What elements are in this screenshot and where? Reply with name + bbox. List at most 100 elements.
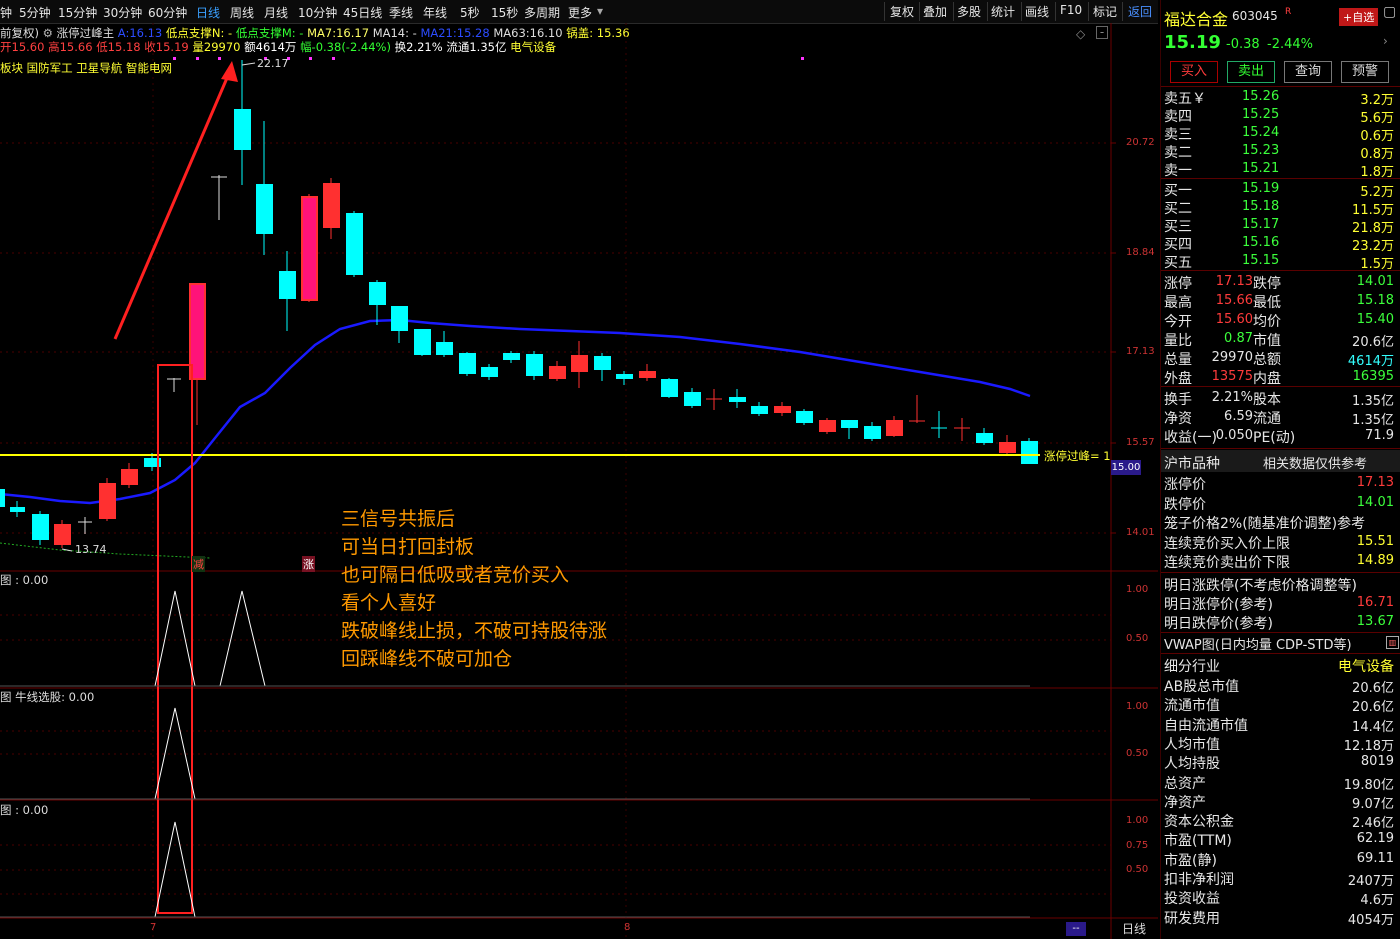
- divider: [1055, 2, 1056, 21]
- order-volume: 5.2万: [1360, 185, 1394, 200]
- order-price[interactable]: 15.16: [1242, 235, 1279, 250]
- stat-label: 最低: [1253, 295, 1281, 311]
- order-price[interactable]: 15.15: [1242, 253, 1279, 268]
- stat-value: 0.87: [1224, 331, 1253, 346]
- order-label: 卖二: [1164, 145, 1192, 161]
- signal-highlight-box: [157, 364, 193, 914]
- order-price[interactable]: 15.26: [1242, 89, 1279, 104]
- more-menu[interactable]: 更多: [568, 4, 592, 21]
- sell-button[interactable]: 卖出: [1227, 61, 1275, 83]
- limit-row-label: 涨停价: [1164, 477, 1206, 493]
- marker-rise[interactable]: 涨: [302, 556, 315, 572]
- ytick-label: 0.75: [1126, 840, 1149, 851]
- period-label[interactable]: 日线: [1122, 920, 1146, 937]
- period-tab-15sec[interactable]: 15秒: [491, 4, 518, 21]
- add-favorite-button[interactable]: +自选: [1339, 8, 1379, 26]
- order-label: 卖三: [1164, 127, 1192, 143]
- query-button[interactable]: 查询: [1284, 61, 1332, 83]
- stat-label: 最高: [1164, 295, 1192, 311]
- chevron-right-icon[interactable]: ›: [1383, 34, 1388, 48]
- order-price[interactable]: 15.25: [1242, 107, 1279, 122]
- order-price[interactable]: 15.23: [1242, 143, 1279, 158]
- fundamental-value: 4.6万: [1360, 893, 1394, 909]
- overlay-button[interactable]: 叠加: [923, 3, 947, 20]
- fundamental-label: 自由流通市值: [1164, 717, 1248, 734]
- subchart-title[interactable]: 图 牛线选股: 0.00: [0, 689, 94, 705]
- mark-button[interactable]: 标记: [1093, 3, 1117, 20]
- kline-chart[interactable]: [0, 23, 1158, 939]
- subchart-title[interactable]: 图 : 0.00: [0, 802, 48, 818]
- badge: R: [1285, 7, 1292, 17]
- order-volume: 5.6万: [1360, 111, 1394, 126]
- stock-name: 福达合金: [1164, 10, 1229, 29]
- stat-label: 内盘: [1253, 371, 1281, 387]
- period-tab-10min[interactable]: 10分钟: [298, 4, 337, 21]
- limit-row-value: 14.89: [1356, 553, 1394, 568]
- multi-stock-button[interactable]: 多股: [957, 3, 981, 20]
- section-title[interactable]: 沪市品种: [1164, 453, 1220, 473]
- stat-label: 跌停: [1253, 276, 1281, 292]
- chevron-down-icon[interactable]: ▾: [597, 4, 603, 18]
- peak-line-label: 涨停过峰= 1: [1044, 449, 1111, 463]
- stat-value: 16395: [1352, 369, 1394, 384]
- candles: [0, 60, 1038, 548]
- stat-value: 29970: [1211, 350, 1253, 365]
- current-price: 15.19: [1164, 32, 1221, 53]
- stat-label: 总量: [1164, 352, 1192, 368]
- section-note: 相关数据仅供参考: [1263, 457, 1368, 472]
- divider: [953, 2, 954, 21]
- stat-value: 1.35亿: [1352, 413, 1394, 428]
- period-tab-monthly[interactable]: 月线: [264, 4, 288, 21]
- fundamental-value: 62.19: [1356, 831, 1394, 847]
- stat-label: 收益(一): [1164, 430, 1217, 446]
- f10-button[interactable]: F10: [1060, 3, 1082, 17]
- stat-value: 1.35亿: [1352, 394, 1394, 409]
- stat-value: 71.9: [1365, 428, 1394, 443]
- period-tab-multi[interactable]: 多周期: [524, 4, 560, 21]
- divider: [884, 2, 885, 21]
- fundamental-value: 4054万: [1347, 912, 1394, 928]
- order-price[interactable]: 15.18: [1242, 199, 1279, 214]
- next-limit-value: 13.67: [1356, 614, 1394, 629]
- alert-button[interactable]: 预警: [1341, 61, 1389, 83]
- ytick-label: 18.84: [1126, 247, 1155, 258]
- stat-value: 15.60: [1215, 312, 1253, 327]
- ytick-label: 1.00: [1126, 701, 1149, 712]
- order-label: 卖五￥: [1164, 91, 1206, 107]
- order-price[interactable]: 15.21: [1242, 161, 1279, 176]
- stat-value: 15.66: [1215, 293, 1253, 308]
- buy-button[interactable]: 买入: [1170, 61, 1218, 83]
- period-tab-5min[interactable]: 5分钟: [19, 4, 51, 21]
- marker-reduce[interactable]: 减: [192, 556, 205, 572]
- period-tab-1min[interactable]: 钟: [0, 4, 12, 21]
- period-tab-yearly[interactable]: 年线: [423, 4, 447, 21]
- chart-icon[interactable]: ▥: [1386, 636, 1399, 649]
- order-volume: 23.2万: [1352, 239, 1394, 254]
- order-price[interactable]: 15.19: [1242, 181, 1279, 196]
- period-tab-60min[interactable]: 60分钟: [148, 4, 187, 21]
- period-tab-daily[interactable]: 日线: [196, 4, 220, 21]
- period-tab-weekly[interactable]: 周线: [230, 4, 254, 21]
- period-tab-30min[interactable]: 30分钟: [103, 4, 142, 21]
- order-price[interactable]: 15.17: [1242, 217, 1279, 232]
- ytick-label: 1.00: [1126, 584, 1149, 595]
- fundamental-label: 总资产: [1164, 775, 1206, 792]
- order-price[interactable]: 15.24: [1242, 125, 1279, 140]
- fundamental-value: 19.80亿: [1343, 777, 1394, 793]
- period-tab-5sec[interactable]: 5秒: [460, 4, 480, 21]
- period-tab-quarter[interactable]: 季线: [389, 4, 413, 21]
- industry-value[interactable]: 电气设备: [1338, 656, 1394, 676]
- next-limit-label: 明日涨跌停(不考虑价格调整等): [1164, 578, 1357, 594]
- period-tab-15min[interactable]: 15分钟: [58, 4, 97, 21]
- stat-label: 换手: [1164, 392, 1192, 408]
- divider: [919, 2, 920, 21]
- window-icon[interactable]: ▢: [1383, 4, 1396, 20]
- draw-line-button[interactable]: 画线: [1025, 3, 1049, 20]
- statistics-button[interactable]: 统计: [991, 3, 1015, 20]
- subchart-title[interactable]: 图 : 0.00: [0, 572, 48, 588]
- vwap-link[interactable]: VWAP图(日内均量 CDP-STD等): [1164, 634, 1352, 653]
- adjust-button[interactable]: 复权: [890, 3, 914, 20]
- back-button[interactable]: 返回: [1128, 3, 1152, 20]
- collapse-icon[interactable]: --: [1066, 922, 1086, 936]
- period-tab-45day[interactable]: 45日线: [343, 4, 382, 21]
